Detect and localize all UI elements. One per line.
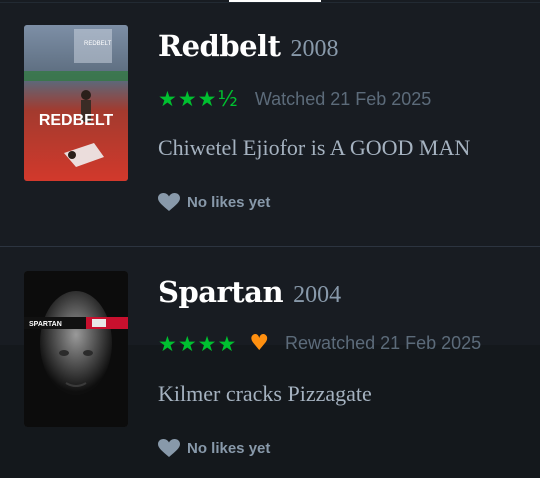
likes-count-label: No likes yet xyxy=(187,440,271,457)
title-line: Spartan 2004 xyxy=(158,275,341,309)
star-rating: ★★★½ xyxy=(158,87,239,111)
likes-button[interactable]: No likes yet xyxy=(158,439,270,458)
diary-entry-spartan: SPARTAN Spartan 2004 ★★★★ ♥ Rewatched 21 … xyxy=(0,247,540,478)
title-line: Redbelt 2008 xyxy=(158,29,338,63)
film-year[interactable]: 2004 xyxy=(293,282,341,308)
heart-icon xyxy=(158,193,180,211)
film-title[interactable]: Spartan xyxy=(158,275,284,309)
film-poster[interactable]: REDBELT REDBELT xyxy=(24,25,128,181)
diary-entry-redbelt: REDBELT REDBELT Redbelt 2008 ★★★½ Watched… xyxy=(0,3,540,246)
rating-line: ★★★½ Watched 21 Feb 2025 xyxy=(158,87,431,111)
poster-logo: SPARTAN xyxy=(29,321,62,328)
poster-small-text: REDBELT xyxy=(84,41,112,47)
film-title[interactable]: Redbelt xyxy=(158,29,281,63)
rating-line: ★★★★ ♥ Rewatched 21 Feb 2025 xyxy=(158,331,481,356)
liked-heart-icon: ♥ xyxy=(249,331,270,356)
likes-count-label: No likes yet xyxy=(187,194,271,211)
film-year[interactable]: 2008 xyxy=(290,36,338,62)
heart-icon xyxy=(158,439,180,457)
redbelt-poster-image: REDBELT REDBELT xyxy=(24,25,128,181)
likes-button[interactable]: No likes yet xyxy=(158,193,270,212)
star-rating: ★★★★ xyxy=(158,331,238,356)
poster-logo: REDBELT xyxy=(39,112,114,129)
watched-date[interactable]: Watched 21 Feb 2025 xyxy=(255,89,431,110)
rewatched-date[interactable]: Rewatched 21 Feb 2025 xyxy=(285,333,481,354)
review-text[interactable]: Chiwetel Ejiofor is A GOOD MAN xyxy=(158,135,470,161)
spartan-poster-image: SPARTAN xyxy=(24,271,128,427)
film-poster[interactable]: SPARTAN xyxy=(24,271,128,427)
review-text[interactable]: Kilmer cracks Pizzagate xyxy=(158,381,372,407)
